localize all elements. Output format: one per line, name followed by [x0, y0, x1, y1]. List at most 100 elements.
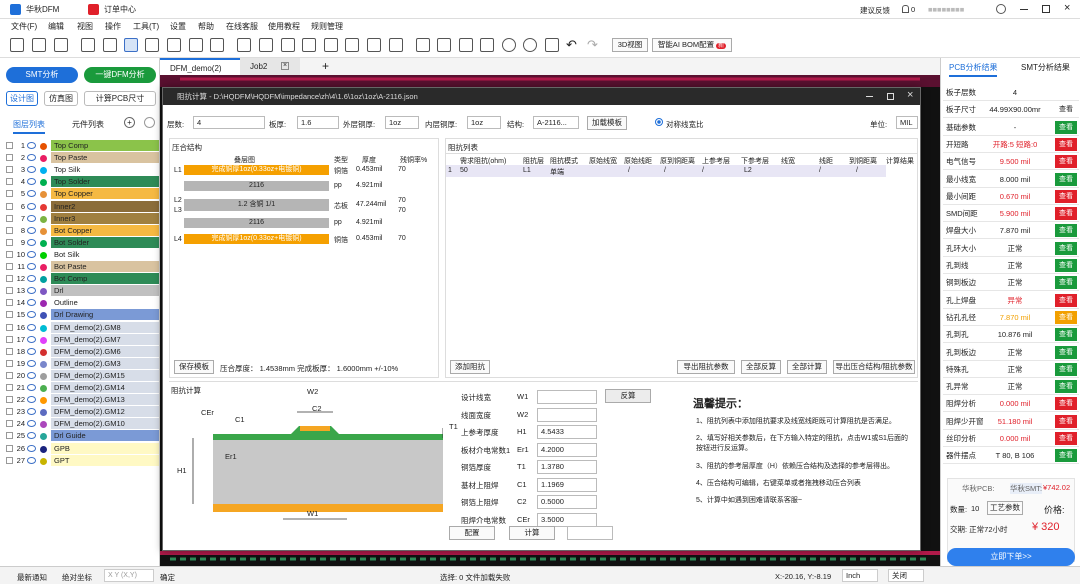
close-tab-icon[interactable]: ×	[281, 62, 289, 70]
align-right-icon[interactable]	[480, 38, 494, 52]
component-list-tab[interactable]: 元件列表	[72, 119, 104, 130]
view-button[interactable]: 查看	[1055, 432, 1077, 445]
layer-color-dot[interactable]	[40, 433, 47, 441]
order-center-tab[interactable]: 订单中心	[104, 4, 136, 15]
layer-row[interactable]: 25 Drl Guide	[4, 430, 159, 442]
param-input[interactable]	[537, 390, 597, 404]
view-button[interactable]: 查看	[1055, 189, 1077, 203]
menu-tools[interactable]: 工具(T)	[133, 21, 159, 32]
eye-icon[interactable]	[27, 250, 36, 258]
zoom-out-icon[interactable]	[523, 38, 537, 52]
layer-row[interactable]: 19 DFM_demo(2).GM3	[4, 357, 159, 370]
view-button[interactable]: 查看	[1055, 293, 1077, 307]
align-bottom-icon[interactable]	[437, 38, 451, 52]
layer-checkbox[interactable]	[6, 444, 13, 452]
layer-checkbox[interactable]	[6, 335, 13, 343]
layer-checkbox[interactable]	[6, 456, 13, 464]
stack-ratio[interactable]: 70	[398, 197, 406, 204]
layer-checkbox[interactable]	[6, 396, 13, 404]
imp-cell-up[interactable]: /	[702, 167, 704, 174]
layer-row[interactable]: 16 DFM_demo(2).GM8	[4, 321, 159, 334]
layer-color-dot[interactable]	[40, 397, 47, 405]
doc-tab-dfm-demo[interactable]: DFM_demo(2)	[160, 58, 240, 75]
layer-checkbox[interactable]	[6, 323, 13, 331]
imp-cell-idx[interactable]: 1	[448, 167, 452, 174]
layer-row[interactable]: 22 DFM_demo(2).GM13	[4, 394, 159, 406]
draw-icon[interactable]	[345, 38, 359, 52]
layer-color-dot[interactable]	[40, 276, 47, 284]
layer-row[interactable]: 3 Top Silk	[4, 164, 159, 176]
layer-color-dot[interactable]	[40, 143, 47, 150]
stack-ratio[interactable]: 70	[398, 166, 406, 173]
dialog-maximize-icon[interactable]	[887, 93, 894, 100]
layer-color-dot[interactable]	[40, 264, 47, 271]
feedback-link[interactable]: 建议反馈	[860, 5, 890, 16]
eye-icon[interactable]	[27, 275, 36, 283]
menu-edit[interactable]: 编辑	[48, 21, 64, 32]
layer-row[interactable]: 23 DFM_demo(2).GM12	[4, 406, 159, 418]
layer-checkbox[interactable]	[6, 432, 13, 440]
layer-color-dot[interactable]	[40, 300, 47, 308]
view-button[interactable]: 查看	[1055, 449, 1077, 463]
add-tab-icon[interactable]: +	[322, 59, 329, 73]
eye-icon[interactable]	[27, 238, 36, 246]
copy-icon[interactable]	[281, 38, 295, 52]
layer-color-dot[interactable]	[40, 203, 47, 211]
eye-icon[interactable]	[27, 384, 36, 391]
layer-color-dot[interactable]	[40, 348, 47, 356]
layer-row[interactable]: 6 Inner2	[4, 200, 159, 213]
net-icon[interactable]	[145, 38, 159, 52]
layer-color-dot[interactable]	[40, 155, 47, 163]
layer-settings-icon[interactable]	[144, 117, 155, 128]
eye-icon[interactable]	[27, 166, 36, 174]
save-template-button[interactable]: 保存模板	[174, 360, 214, 374]
layer-checkbox[interactable]	[6, 371, 13, 379]
layer-row[interactable]: 14 Outline	[4, 297, 159, 309]
menu-operate[interactable]: 操作	[105, 21, 121, 32]
layer-color-dot[interactable]	[40, 457, 47, 465]
layer-color-dot[interactable]	[40, 360, 47, 368]
symmetric-radio[interactable]	[655, 118, 663, 126]
layer-row[interactable]: 24 DFM_demo(2).GM10	[4, 418, 159, 430]
eye-icon[interactable]	[27, 178, 36, 186]
layer-checkbox[interactable]	[6, 275, 13, 283]
layer-row[interactable]: 27 GPT	[4, 454, 159, 467]
layer-color-dot[interactable]	[40, 324, 47, 332]
layer-color-dot[interactable]	[40, 167, 47, 175]
layer-color-dot[interactable]	[40, 336, 47, 344]
eye-icon[interactable]	[27, 202, 36, 210]
order-now-button[interactable]: 立即下单>>	[947, 548, 1075, 566]
eye-icon[interactable]	[27, 287, 36, 295]
view-button[interactable]: 查看	[1055, 310, 1077, 324]
view-button[interactable]: 查看	[1055, 414, 1077, 428]
align-top-icon[interactable]	[416, 38, 430, 52]
3d-view-button[interactable]: 3D视图	[612, 38, 648, 52]
table-icon[interactable]	[237, 38, 251, 52]
grid-icon[interactable]	[259, 38, 273, 52]
layer-row[interactable]: 7 Inner3	[4, 212, 159, 225]
stack-thickness[interactable]: 4.921mil	[356, 219, 382, 226]
imp-cell-ld[interactable]: /	[819, 167, 821, 174]
eye-icon[interactable]	[27, 335, 36, 343]
layer-color-dot[interactable]	[40, 215, 47, 223]
absolute-coord-button[interactable]: 绝对坐标	[62, 572, 92, 583]
inner-cu-select[interactable]: 1oz	[467, 116, 501, 129]
menu-settings[interactable]: 设置	[170, 21, 186, 32]
view-button[interactable]: 查看	[1055, 120, 1077, 134]
layer-checkbox[interactable]	[6, 408, 13, 416]
close-icon[interactable]: ×	[1064, 2, 1070, 14]
param-input[interactable]: 1.1969	[537, 477, 597, 492]
view-button[interactable]: 查看	[1055, 397, 1077, 411]
layer-checkbox[interactable]	[6, 359, 13, 367]
param-input[interactable]: 1.3780	[537, 460, 597, 474]
view-button[interactable]: 查看	[1055, 155, 1077, 169]
layer-color-dot[interactable]	[40, 288, 47, 296]
undo-icon[interactable]: ↶	[566, 37, 577, 53]
layer-checkbox[interactable]	[6, 226, 13, 234]
view-button[interactable]: 查看	[1055, 207, 1077, 221]
structure-select[interactable]: A-2116...	[533, 116, 579, 129]
add-impedance-button[interactable]: 添加阻抗	[450, 360, 490, 374]
eye-icon[interactable]	[27, 154, 36, 162]
stack-layer-image[interactable]: 完成铜厚1oz(0.33oz+电镀铜)	[184, 165, 329, 175]
stack-thickness[interactable]: 0.453mil	[356, 235, 382, 242]
